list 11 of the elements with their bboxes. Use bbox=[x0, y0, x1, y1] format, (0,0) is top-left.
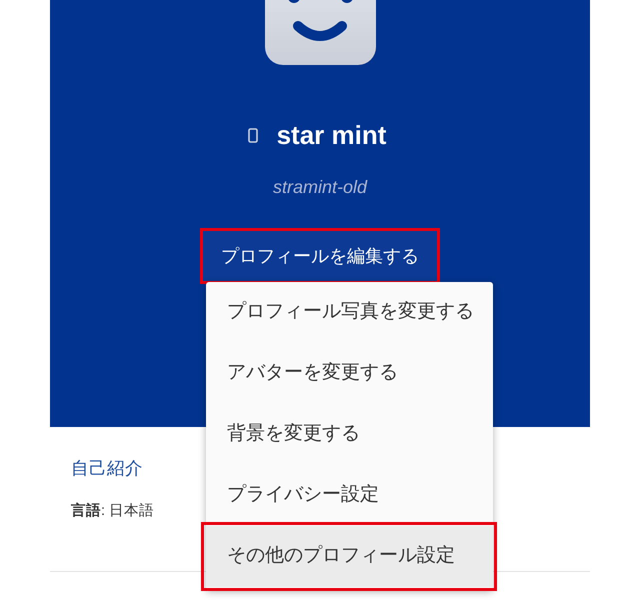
menu-item[interactable]: プライバシー設定 bbox=[206, 465, 493, 526]
about-heading[interactable]: 自己紹介 bbox=[71, 457, 143, 479]
phone-icon bbox=[248, 128, 258, 142]
menu-item[interactable]: その他のプロフィール設定 bbox=[206, 526, 493, 587]
username: stramint-old bbox=[272, 176, 368, 199]
edit-profile-button[interactable]: プロフィールを編集する bbox=[200, 228, 440, 284]
menu-item[interactable]: プロフィール写真を変更する bbox=[206, 282, 493, 343]
menu-item[interactable]: 背景を変更する bbox=[206, 404, 493, 465]
language-text: 言語: 日本語 bbox=[71, 502, 154, 521]
display-name: star mint bbox=[276, 119, 386, 152]
menu-item[interactable]: アバターを変更する bbox=[206, 343, 493, 404]
